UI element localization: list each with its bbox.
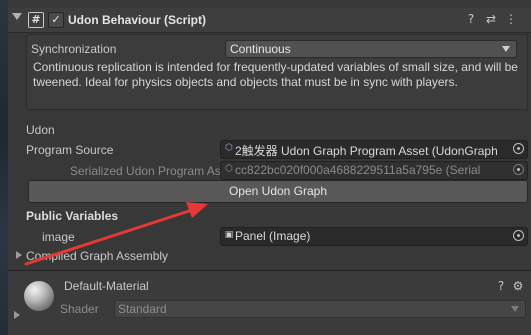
program-source-field[interactable]: ⬡ 2触发器 Udon Graph Program Asset (UdonGra… [220, 140, 528, 159]
object-picker-icon[interactable] [513, 143, 524, 154]
variable-label-image: image [42, 230, 75, 244]
object-picker-icon[interactable] [513, 230, 524, 241]
serialized-asset-icon: ⬡ [225, 164, 233, 174]
scene-edge-strip [0, 0, 8, 335]
serialized-program-value: cc822bc020f000a4688229511a5a795e (Serial [235, 163, 481, 177]
sync-description: Continuous replication is intended for f… [33, 60, 518, 89]
udon-asset-icon: ⬡ [225, 143, 233, 153]
material-preview-sphere[interactable] [24, 281, 54, 311]
shader-value: Standard [118, 302, 167, 316]
image-component-icon: ▣ [224, 230, 234, 240]
inspector-panel: # ✓ Udon Behaviour (Script) ? ⇄ ⋮ Synchr… [8, 0, 531, 335]
sync-dropdown[interactable]: Continuous [225, 40, 517, 58]
shader-label: Shader [60, 302, 99, 316]
component-header[interactable]: # ✓ Udon Behaviour (Script) ? ⇄ ⋮ [8, 8, 531, 33]
component-enabled-checkbox[interactable]: ✓ [48, 12, 64, 28]
material-header: Default-Material ? ⚙ Shader Standard [8, 271, 531, 335]
serialized-program-label: Serialized Udon Program Asset [70, 164, 237, 178]
chevron-right-icon[interactable] [16, 251, 22, 259]
script-icon: # [28, 12, 44, 28]
shader-dropdown[interactable]: Standard [114, 300, 526, 318]
preset-icon[interactable]: ⇄ [484, 12, 498, 26]
component-title: Udon Behaviour (Script) [68, 13, 207, 27]
variable-value-image: Panel (Image) [235, 229, 311, 243]
chevron-right-icon[interactable] [14, 311, 20, 319]
program-source-label: Program Source [26, 143, 114, 157]
chevron-down-icon [502, 46, 510, 52]
foldout-arrow-icon[interactable] [12, 13, 22, 20]
help-icon[interactable]: ? [464, 12, 478, 26]
sync-section: Synchronization Continuous Continuous re… [26, 34, 528, 110]
gear-icon[interactable]: ⚙ [511, 279, 525, 293]
kebab-menu-icon[interactable]: ⋮ [504, 12, 518, 26]
public-variables-heading: Public Variables [26, 209, 119, 223]
serialized-program-field: ⬡ cc822bc020f000a4688229511a5a795e (Seri… [220, 161, 528, 180]
sync-label: Synchronization [31, 42, 117, 56]
open-udon-graph-button[interactable]: Open Udon Graph [28, 180, 528, 203]
material-name: Default-Material [64, 279, 149, 293]
variable-field-image[interactable]: ▣ Panel (Image) [220, 227, 528, 246]
compiled-graph-foldout[interactable]: Compiled Graph Assembly [26, 249, 168, 263]
help-icon[interactable]: ? [494, 279, 508, 293]
object-picker-icon [513, 164, 524, 175]
sync-value: Continuous [230, 42, 291, 56]
chevron-down-icon [511, 306, 519, 312]
program-source-value: 2触发器 Udon Graph Program Asset (UdonGraph [235, 144, 498, 158]
udon-section-label: Udon [26, 123, 55, 137]
